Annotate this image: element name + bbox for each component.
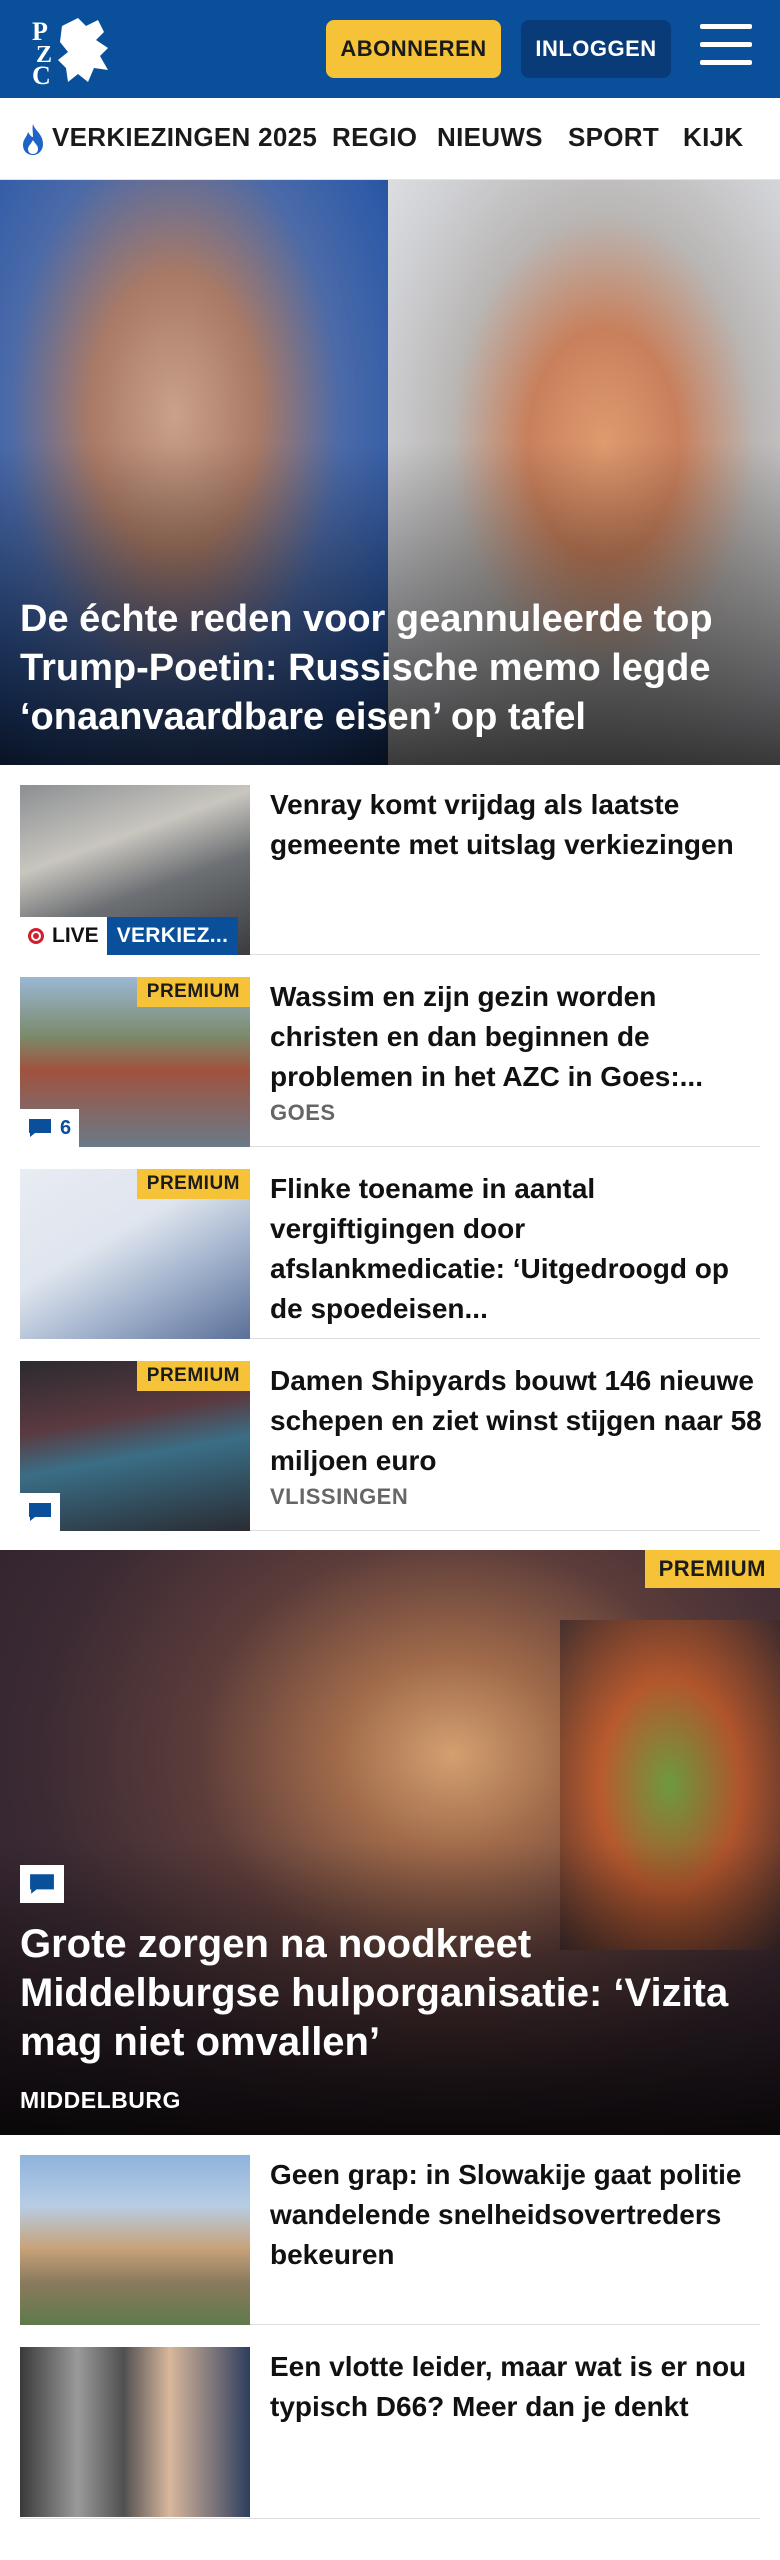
live-icon <box>28 928 44 944</box>
feature-region: MIDDELBURG <box>20 2087 181 2113</box>
article-thumbnail: LIVE VERKIEZ... <box>20 785 250 955</box>
article-region: GOES <box>270 1100 336 1125</box>
list-item[interactable]: PREMIUM 6 Wassim en zijn gezin worden ch… <box>20 957 760 1147</box>
list-item[interactable]: Geen grap: in Slowakije gaat politie wan… <box>20 2135 760 2325</box>
comment-icon <box>30 1874 54 1894</box>
feature-article[interactable]: PREMIUM Grote zorgen na noodkreet Middel… <box>0 1550 780 2135</box>
article-title: Een vlotte leider, maar wat is er nou ty… <box>270 2351 747 2422</box>
login-button[interactable]: INLOGGEN <box>521 20 671 78</box>
article-thumbnail: PREMIUM 6 <box>20 977 250 1147</box>
list-item[interactable]: Een vlotte leider, maar wat is er nou ty… <box>20 2327 760 2519</box>
comment-count <box>20 1493 60 1531</box>
hero-title: De échte reden voor geannuleerde top Tru… <box>20 598 713 738</box>
list-item[interactable]: LIVE VERKIEZ... Venray komt vrijdag als … <box>20 765 760 955</box>
flame-icon <box>23 124 43 155</box>
article-title: Geen grap: in Slowakije gaat politie wan… <box>270 2159 742 2270</box>
article-thumbnail: PREMIUM <box>20 1169 250 1339</box>
nav-item-kijk[interactable]: KIJK <box>683 122 743 153</box>
list-item[interactable]: PREMIUM Flinke toename in aantal vergift… <box>20 1149 760 1339</box>
premium-badge: PREMIUM <box>644 1550 780 1588</box>
section-nav: VERKIEZINGEN 2025 REGIO NIEUWS SPORT KIJ… <box>0 98 780 180</box>
premium-badge: PREMIUM <box>136 977 250 1007</box>
svg-text:C: C <box>32 61 51 88</box>
article-title: Wassim en zijn gezin worden christen en … <box>270 981 703 1092</box>
comment-icon <box>29 1503 51 1521</box>
article-thumbnail: PREMIUM <box>20 1361 250 1531</box>
top-header: P Z C ABONNEREN INLOGGEN <box>0 0 780 98</box>
live-label: LIVE <box>52 924 99 947</box>
article-region: VLISSINGEN <box>270 1484 409 1509</box>
article-title: Damen Shipyards bouwt 146 nieuwe schepen… <box>270 1365 762 1476</box>
premium-badge: PREMIUM <box>136 1361 250 1391</box>
comment-icon <box>29 1119 51 1137</box>
comment-count: 6 <box>20 1109 80 1147</box>
pzc-logo[interactable]: P Z C <box>28 12 114 90</box>
comment-count <box>20 1865 64 1903</box>
subscribe-button[interactable]: ABONNEREN <box>326 20 501 78</box>
hero-article[interactable]: De échte reden voor geannuleerde top Tru… <box>0 180 780 765</box>
nav-item-regio[interactable]: REGIO <box>332 122 417 153</box>
article-thumbnail <box>20 2347 250 2517</box>
nav-item-verkiezingen[interactable]: VERKIEZINGEN 2025 <box>52 122 317 153</box>
article-title: Venray komt vrijdag als laatste gemeente… <box>270 789 734 860</box>
article-thumbnail <box>20 2155 250 2325</box>
live-tag: LIVE VERKIEZ... <box>20 917 239 955</box>
nav-item-nieuws[interactable]: NIEUWS <box>437 122 543 153</box>
article-title: Flinke toename in aantal vergiftigingen … <box>270 1173 729 1324</box>
list-item[interactable]: PREMIUM Damen Shipyards bouwt 146 nieuwe… <box>20 1341 762 1531</box>
menu-icon[interactable] <box>700 24 752 72</box>
nav-item-sport[interactable]: SPORT <box>568 122 659 153</box>
pzc-logo-icon: P Z C <box>32 17 108 90</box>
feature-title: Grote zorgen na noodkreet Middelburgse h… <box>20 1922 729 2064</box>
premium-badge: PREMIUM <box>136 1169 250 1199</box>
topic-label: VERKIEZ... <box>106 917 239 955</box>
